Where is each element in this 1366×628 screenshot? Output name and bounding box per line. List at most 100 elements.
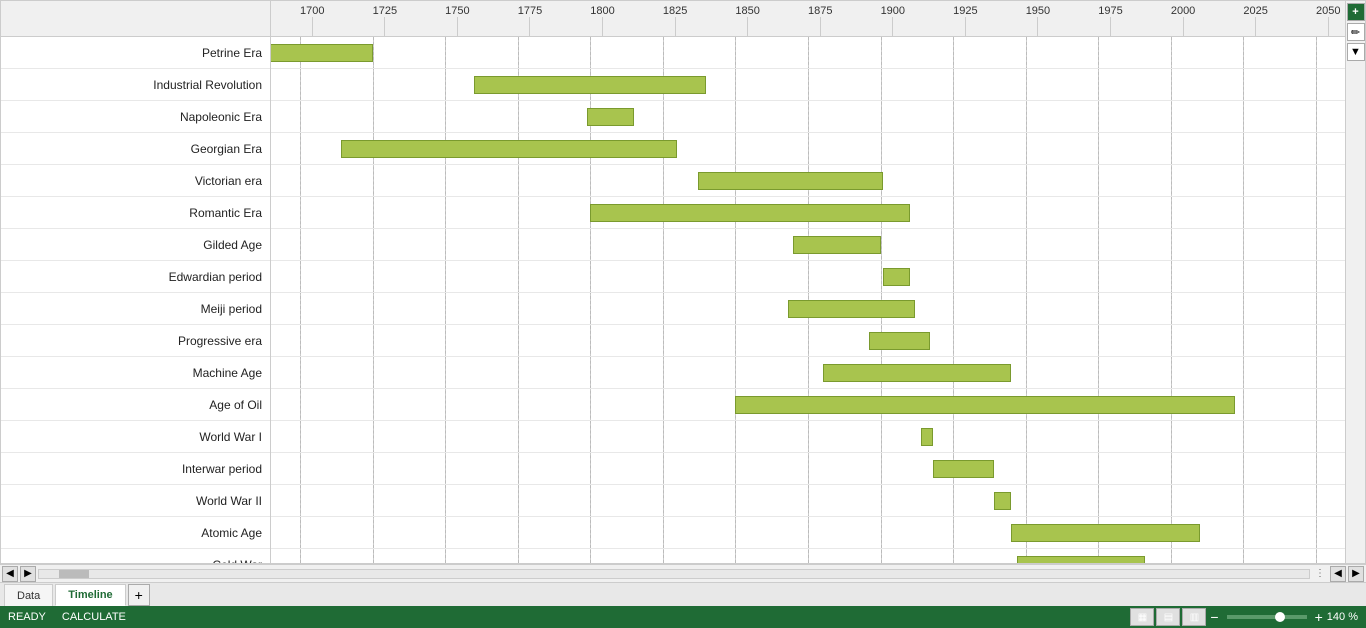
axis-tick-label: 2000 [1171,1,1195,17]
scroll-right-button[interactable]: ▶ [20,566,36,582]
label-row: Napoleonic Era [1,101,270,133]
bar-row [271,101,1345,133]
timeline-bar[interactable] [590,204,909,222]
bar-row [271,357,1345,389]
timeline-bar[interactable] [788,300,916,318]
status-right: ▦▤▥ − + 140 % [1130,608,1358,626]
label-header [1,1,270,37]
scroll-thumb [59,570,89,578]
axis-tick-line [1328,17,1329,36]
timeline-bar[interactable] [698,172,884,190]
axis-tick-label: 1750 [445,1,469,17]
axis-tick-label: 1700 [300,1,324,17]
tabs-bar: DataTimeline + [0,582,1366,606]
label-row: Edwardian period [1,261,270,293]
add-button[interactable]: + [1347,3,1365,21]
tab-data[interactable]: Data [4,584,53,606]
app-container: Petrine EraIndustrial RevolutionNapoleon… [0,0,1366,628]
bar-row [271,293,1345,325]
bar-row [271,325,1345,357]
bar-row [271,485,1345,517]
timeline-bar[interactable] [474,76,706,94]
label-row: Age of Oil [1,389,270,421]
timeline-bar[interactable] [1017,556,1145,564]
chart-column: 1700 1725 1750 1775 1800 1825 1850 1875 1900 1925… [271,1,1345,563]
label-row: Atomic Age [1,517,270,549]
tabs-container: DataTimeline [4,584,126,606]
axis-tick: 1850 [735,1,759,36]
axis-tick-label: 1900 [881,1,905,17]
label-row: Interwar period [1,453,270,485]
timeline-bar[interactable] [823,364,1012,382]
label-row: Progressive era [1,325,270,357]
chart-area: Petrine EraIndustrial RevolutionNapoleon… [0,0,1366,564]
axis-tick: 1825 [663,1,687,36]
zoom-level: 140 % [1327,611,1358,623]
axis-tick: 1875 [808,1,832,36]
scroll-end-left[interactable]: ◀ [1330,566,1346,582]
timeline-bar[interactable] [735,396,1234,414]
bar-row [271,229,1345,261]
timeline-bar[interactable] [271,44,373,62]
axis-tick: 1725 [373,1,397,36]
zoom-slider[interactable] [1227,615,1307,619]
chart-rows [271,37,1345,563]
view-mode-button[interactable]: ▥ [1182,608,1206,626]
view-mode-button[interactable]: ▦ [1130,608,1154,626]
scroll-left-button[interactable]: ◀ [2,566,18,582]
axis-tick: 1800 [590,1,614,36]
axis-tick-label: 2050 [1316,1,1340,17]
timeline-bar[interactable] [869,332,930,350]
axis-tick: 1925 [953,1,977,36]
axis-tick-label: 1775 [518,1,542,17]
labels-column: Petrine EraIndustrial RevolutionNapoleon… [1,1,271,563]
status-bar: READY CALCULATE ▦▤▥ − + 140 % [0,606,1366,628]
label-row: World War I [1,421,270,453]
pen-button[interactable]: ✏ [1347,23,1365,41]
axis-tick: 1775 [518,1,542,36]
timeline-bar[interactable] [587,108,633,126]
bar-row [271,421,1345,453]
timeline-bar[interactable] [341,140,678,158]
axis-tick-label: 1950 [1026,1,1050,17]
axis-tick-line [312,17,313,36]
axis-tick-label: 1850 [735,1,759,17]
scroll-end-right[interactable]: ▶ [1348,566,1364,582]
calculate-status: CALCULATE [62,611,126,623]
axis-tick-line [1110,17,1111,36]
axis-tick-label: 1925 [953,1,977,17]
tab-timeline[interactable]: Timeline [55,584,125,606]
axis-tick-label: 2025 [1243,1,1267,17]
bar-row [271,517,1345,549]
axis-tick: 1700 [300,1,324,36]
timeline-bar[interactable] [994,492,1011,510]
timeline-bar[interactable] [793,236,880,254]
zoom-thumb [1275,612,1285,622]
axis-tick: 2000 [1171,1,1195,36]
axis-tick-line [457,17,458,36]
timeline-bar[interactable] [921,428,933,446]
axis-tick: 1950 [1026,1,1050,36]
add-sheet-button[interactable]: + [128,584,150,606]
axis-tick-label: 1725 [373,1,397,17]
axis-tick-label: 1800 [590,1,614,17]
filter-button[interactable]: ▼ [1347,43,1365,61]
label-row: Machine Age [1,357,270,389]
timeline-bar[interactable] [883,268,909,286]
axis-tick-label: 1825 [663,1,687,17]
timeline-bar[interactable] [1011,524,1200,542]
axis-ticks: 1700 1725 1750 1775 1800 1825 1850 1875 1900 1925… [271,1,1345,36]
chart-wrapper: Petrine EraIndustrial RevolutionNapoleon… [1,1,1345,563]
axis-tick: 1900 [881,1,905,36]
axis-tick-line [892,17,893,36]
label-row: Victorian era [1,165,270,197]
view-mode-button[interactable]: ▤ [1156,608,1180,626]
axis-tick-line [384,17,385,36]
label-row: Georgian Era [1,133,270,165]
scroll-track[interactable] [38,569,1310,579]
zoom-in-button[interactable]: + [1315,609,1323,625]
bar-row [271,261,1345,293]
timeline-bar[interactable] [933,460,994,478]
zoom-out-button[interactable]: − [1210,609,1218,625]
axis-tick: 1975 [1098,1,1122,36]
